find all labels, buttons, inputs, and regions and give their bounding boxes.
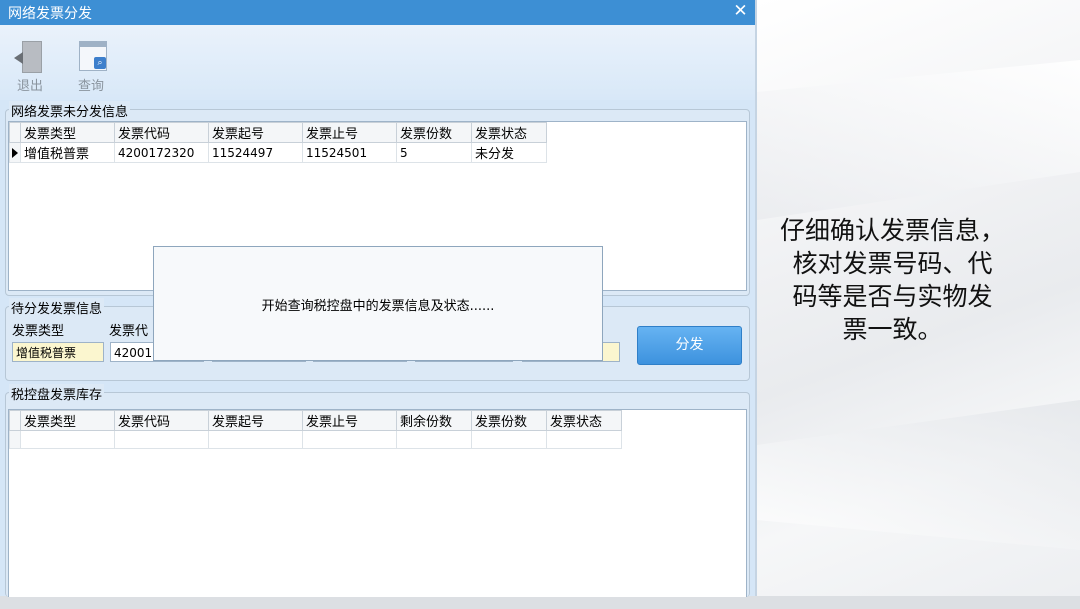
inventory-grid[interactable]: 发票类型 发票代码 发票起号 发票止号 剩余份数 发票份数 发票状态	[8, 409, 747, 597]
pending-group-label: 待分发发票信息	[9, 298, 105, 317]
background-facet	[757, 400, 1080, 550]
column-header[interactable]: 发票状态	[471, 122, 547, 143]
exit-button[interactable]: 退出	[10, 39, 50, 94]
column-header[interactable]: 发票份数	[396, 122, 472, 143]
row-header-corner	[9, 410, 21, 431]
close-icon[interactable]: ✕	[726, 0, 755, 22]
table-cell[interactable]: 11524497	[208, 142, 303, 163]
table-cell[interactable]	[546, 430, 622, 449]
row-header	[9, 430, 21, 449]
table-cell[interactable]: 11524501	[302, 142, 397, 163]
invoice-code-label: 发票代	[109, 324, 149, 339]
title-bar[interactable]: 网络发票分发 ✕	[0, 0, 755, 25]
table-cell[interactable]	[114, 430, 209, 449]
table-cell[interactable]: 4200172320	[114, 142, 209, 163]
column-header[interactable]: 发票代码	[114, 122, 209, 143]
exit-label: 退出	[16, 79, 43, 94]
toolbar: 退出 ⌕ 查询	[0, 25, 755, 100]
column-header[interactable]: 发票代码	[114, 410, 209, 431]
search-document-icon: ⌕	[75, 39, 107, 73]
column-header[interactable]: 发票类型	[20, 410, 115, 431]
column-header[interactable]: 发票止号	[302, 122, 397, 143]
bottom-strip	[0, 596, 1080, 609]
table-header-row: 发票类型 发票代码 发票起号 发票止号 剩余份数 发票份数 发票状态	[9, 410, 622, 431]
dialog-message: 开始查询税控盘中的发票信息及状态......	[261, 299, 495, 314]
table-cell[interactable]	[471, 430, 547, 449]
table-cell[interactable]: 增值税普票	[20, 142, 115, 163]
row-pointer-icon	[9, 142, 21, 163]
table-cell[interactable]: 5	[396, 142, 472, 163]
row-header-corner	[9, 122, 21, 143]
inventory-table: 发票类型 发票代码 发票起号 发票止号 剩余份数 发票份数 发票状态	[9, 410, 622, 449]
column-header[interactable]: 发票止号	[302, 410, 397, 431]
invoice-type-field[interactable]: 增值税普票	[12, 342, 104, 362]
query-progress-dialog: 开始查询税控盘中的发票信息及状态......	[153, 246, 603, 361]
column-header[interactable]: 发票起号	[208, 410, 303, 431]
table-cell[interactable]: 未分发	[471, 142, 547, 163]
table-cell[interactable]	[302, 430, 397, 449]
slide-caption: 仔细确认发票信息， 核对发票号码、代 码等是否与实物发 票一致。	[779, 216, 1005, 344]
table-cell[interactable]	[396, 430, 472, 449]
unissued-group-label: 网络发票未分发信息	[9, 101, 131, 120]
query-button[interactable]: ⌕ 查询	[71, 39, 111, 94]
column-header[interactable]: 发票起号	[208, 122, 303, 143]
table-row[interactable]	[9, 430, 622, 449]
table-cell[interactable]	[20, 430, 115, 449]
table-row[interactable]: 增值税普票 4200172320 11524497 11524501 5 未分发	[9, 142, 547, 163]
table-cell[interactable]	[208, 430, 303, 449]
unissued-table: 发票类型 发票代码 发票起号 发票止号 发票份数 发票状态 增值税普票 4200…	[9, 122, 547, 163]
query-label: 查询	[77, 79, 104, 94]
inventory-group-label: 税控盘发票库存	[9, 384, 105, 403]
column-header[interactable]: 发票状态	[546, 410, 622, 431]
window-title: 网络发票分发	[8, 6, 92, 22]
invoice-distribution-window: 网络发票分发 ✕ 退出 ⌕ 查询 网络发票未分发信息 发票类型 发票代码 发票起…	[0, 0, 757, 597]
background-facet	[757, 60, 1080, 220]
column-header[interactable]: 发票份数	[471, 410, 547, 431]
column-header[interactable]: 发票类型	[20, 122, 115, 143]
exit-door-icon	[14, 39, 46, 73]
distribute-button[interactable]: 分发	[637, 326, 742, 365]
invoice-type-label: 发票类型	[12, 324, 65, 339]
column-header[interactable]: 剩余份数	[396, 410, 472, 431]
table-header-row: 发票类型 发票代码 发票起号 发票止号 发票份数 发票状态	[9, 122, 547, 143]
